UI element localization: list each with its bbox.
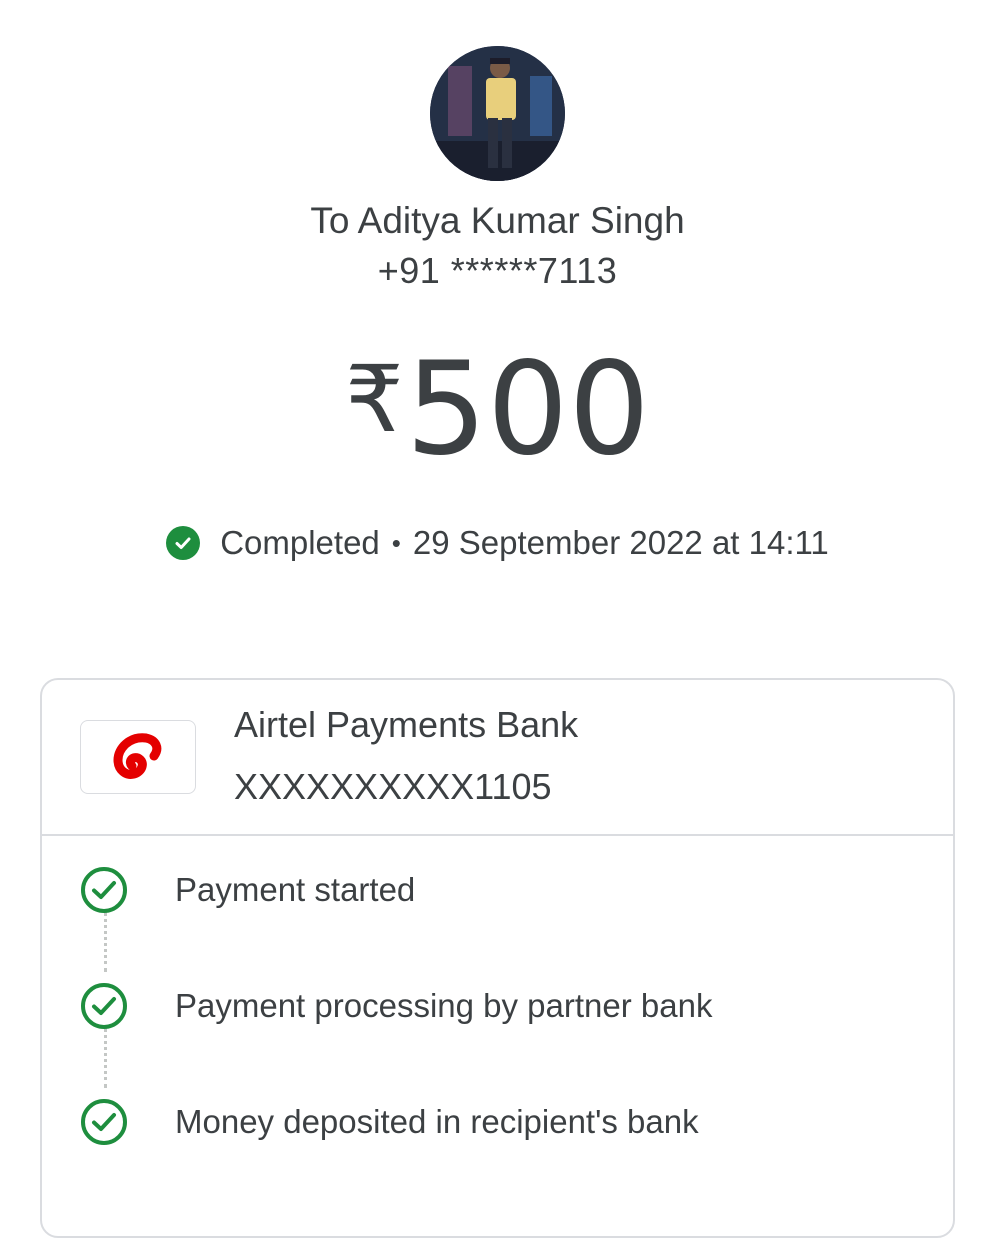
check-circle-outline-icon [80, 982, 128, 1030]
check-circle-outline-icon [80, 1098, 128, 1146]
status-text: Completed [220, 524, 380, 561]
recipient-avatar [430, 46, 565, 181]
payment-amount: ₹500 [0, 320, 995, 490]
step-label: Payment started [175, 871, 416, 908]
payment-details-card: Airtel Payments Bank XXXXXXXXXX1105 Paym… [40, 678, 955, 1238]
airtel-logo-icon [80, 720, 196, 794]
bank-account-row[interactable]: Airtel Payments Bank XXXXXXXXXX1105 [42, 680, 953, 836]
amount-value: 500 [405, 335, 650, 484]
separator-dot: • [391, 527, 401, 558]
step-deposited: Money deposited in recipient's bank [80, 1097, 699, 1147]
step-processing: Payment processing by partner bank [80, 981, 712, 1031]
recipient-phone: +91 ******7113 [377, 250, 618, 291]
currency-symbol: ₹ [345, 346, 404, 453]
check-circle-icon [166, 526, 201, 560]
step-connector [104, 1028, 107, 1088]
step-label: Payment processing by partner bank [175, 987, 713, 1024]
recipient-name: To Aditya Kumar Singh [310, 200, 685, 241]
avatar-photo [430, 46, 565, 181]
payment-status-row: Completed • 29 September 2022 at 14:11 [0, 520, 995, 566]
check-circle-outline-icon [80, 866, 128, 914]
step-payment-started: Payment started [80, 865, 415, 915]
payment-datetime: 29 September 2022 at 14:11 [412, 524, 829, 561]
step-connector [104, 912, 107, 972]
bank-name: Airtel Payments Bank [234, 704, 579, 745]
step-label: Money deposited in recipient's bank [175, 1103, 699, 1140]
bank-account-number: XXXXXXXXXX1105 [234, 766, 552, 807]
